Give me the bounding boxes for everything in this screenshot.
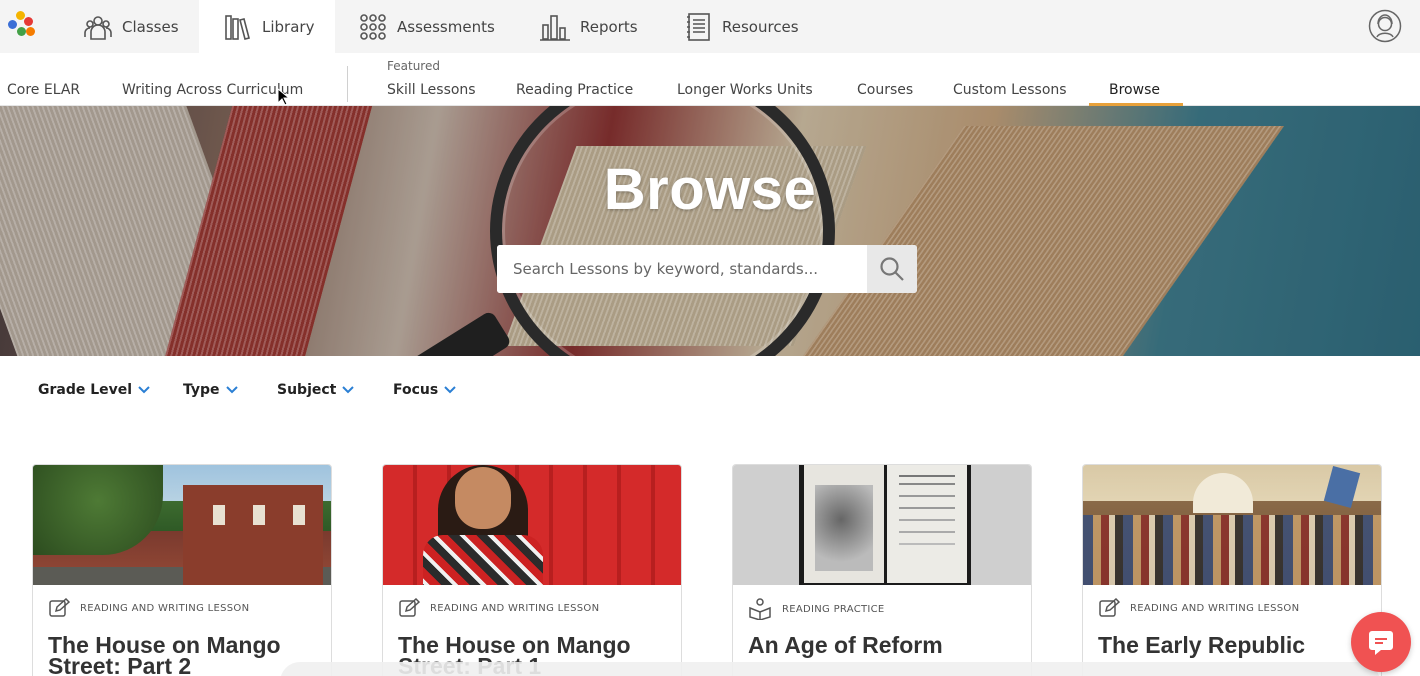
card-type: READING AND WRITING LESSON (48, 598, 249, 618)
filter-label: Type (183, 382, 220, 398)
profile-avatar-icon[interactable] (1368, 9, 1402, 43)
subnav-custom-lessons[interactable]: Custom Lessons (953, 82, 1067, 98)
edit-note-icon (1099, 598, 1120, 617)
filter-label: Subject (277, 382, 337, 398)
library-icon (225, 14, 250, 40)
nav-reports[interactable]: Reports (540, 0, 650, 53)
magnifying-glass-image (490, 106, 835, 356)
reading-person-icon (749, 598, 771, 620)
card-type-label: READING AND WRITING LESSON (80, 602, 250, 614)
card-type-label: READING PRACTICE (782, 603, 885, 615)
subnav-longer-works-units[interactable]: Longer Works Units (677, 82, 813, 98)
resources-icon (687, 12, 710, 41)
app-logo[interactable] (6, 9, 38, 39)
filter-subject[interactable]: Subject (277, 382, 355, 398)
filter-label: Focus (393, 382, 439, 398)
subnav-browse[interactable]: Browse (1109, 82, 1160, 98)
lesson-card[interactable]: READING AND WRITING LESSON The House on … (32, 464, 332, 676)
nav-label-classes: Classes (122, 17, 179, 36)
edit-note-icon (49, 598, 70, 617)
search-box (497, 245, 917, 293)
page-title: Browse (603, 157, 817, 222)
search-icon (880, 257, 904, 281)
subnav-courses[interactable]: Courses (857, 82, 913, 98)
mouse-cursor-icon (277, 88, 289, 106)
subnav-reading-practice[interactable]: Reading Practice (516, 82, 633, 98)
chevron-down-icon (444, 386, 456, 394)
subnav-skill-lessons[interactable]: Skill Lessons (387, 82, 476, 98)
card-type-label: READING AND WRITING LESSON (430, 602, 600, 614)
card-image-brick-houses (33, 465, 331, 585)
chat-bubble-icon (1369, 631, 1393, 655)
featured-label: Featured (387, 59, 440, 73)
filter-focus[interactable]: Focus (393, 382, 456, 398)
nav-label-library: Library (262, 17, 315, 36)
reports-icon (540, 14, 570, 41)
assessments-icon (360, 13, 386, 40)
top-nav-bar: Classes Library Assessments Reports Reso… (0, 0, 1420, 53)
card-type-label: READING AND WRITING LESSON (1130, 602, 1300, 614)
filter-label: Grade Level (38, 382, 133, 398)
card-type: READING AND WRITING LESSON (1098, 598, 1299, 618)
nav-resources[interactable]: Resources (686, 0, 816, 53)
card-image-smiling-girl (383, 465, 681, 585)
lesson-card[interactable]: READING AND WRITING LESSON The Early Rep… (1082, 464, 1382, 676)
nav-assessments[interactable]: Assessments (359, 0, 509, 53)
hero-banner: Browse (0, 106, 1420, 356)
edit-note-icon (399, 598, 420, 617)
filter-grade-level[interactable]: Grade Level (38, 382, 150, 398)
classes-icon (84, 15, 112, 40)
chat-button[interactable] (1351, 612, 1411, 672)
card-title[interactable]: The Early Republic (1098, 634, 1378, 657)
nav-label-reports: Reports (580, 17, 638, 36)
chevron-down-icon (225, 386, 238, 394)
card-title[interactable]: An Age of Reform (748, 634, 1028, 657)
card-image-historical-crowd (1083, 465, 1381, 585)
library-sub-nav: Core ELAR Writing Across Curriculum Feat… (0, 53, 1420, 106)
lesson-card[interactable]: READING PRACTICE An Age of Reform (732, 464, 1032, 676)
search-input[interactable] (497, 245, 867, 293)
bottom-overlay-bar (280, 662, 1380, 676)
subnav-divider (347, 66, 348, 102)
nav-label-assessments: Assessments (397, 17, 495, 36)
nav-classes[interactable]: Classes (84, 0, 194, 53)
card-type: READING PRACTICE (748, 598, 885, 620)
nav-label-resources: Resources (722, 17, 799, 36)
search-button[interactable] (867, 245, 917, 293)
filter-type[interactable]: Type (183, 382, 238, 398)
nav-library[interactable]: Library (199, 0, 335, 53)
subnav-core-elar[interactable]: Core ELAR (7, 82, 80, 98)
lesson-card[interactable]: READING AND WRITING LESSON The House on … (382, 464, 682, 676)
card-image-old-book (733, 465, 1031, 585)
chevron-down-icon (138, 386, 150, 394)
chevron-down-icon (342, 386, 355, 394)
card-type: READING AND WRITING LESSON (398, 598, 599, 618)
